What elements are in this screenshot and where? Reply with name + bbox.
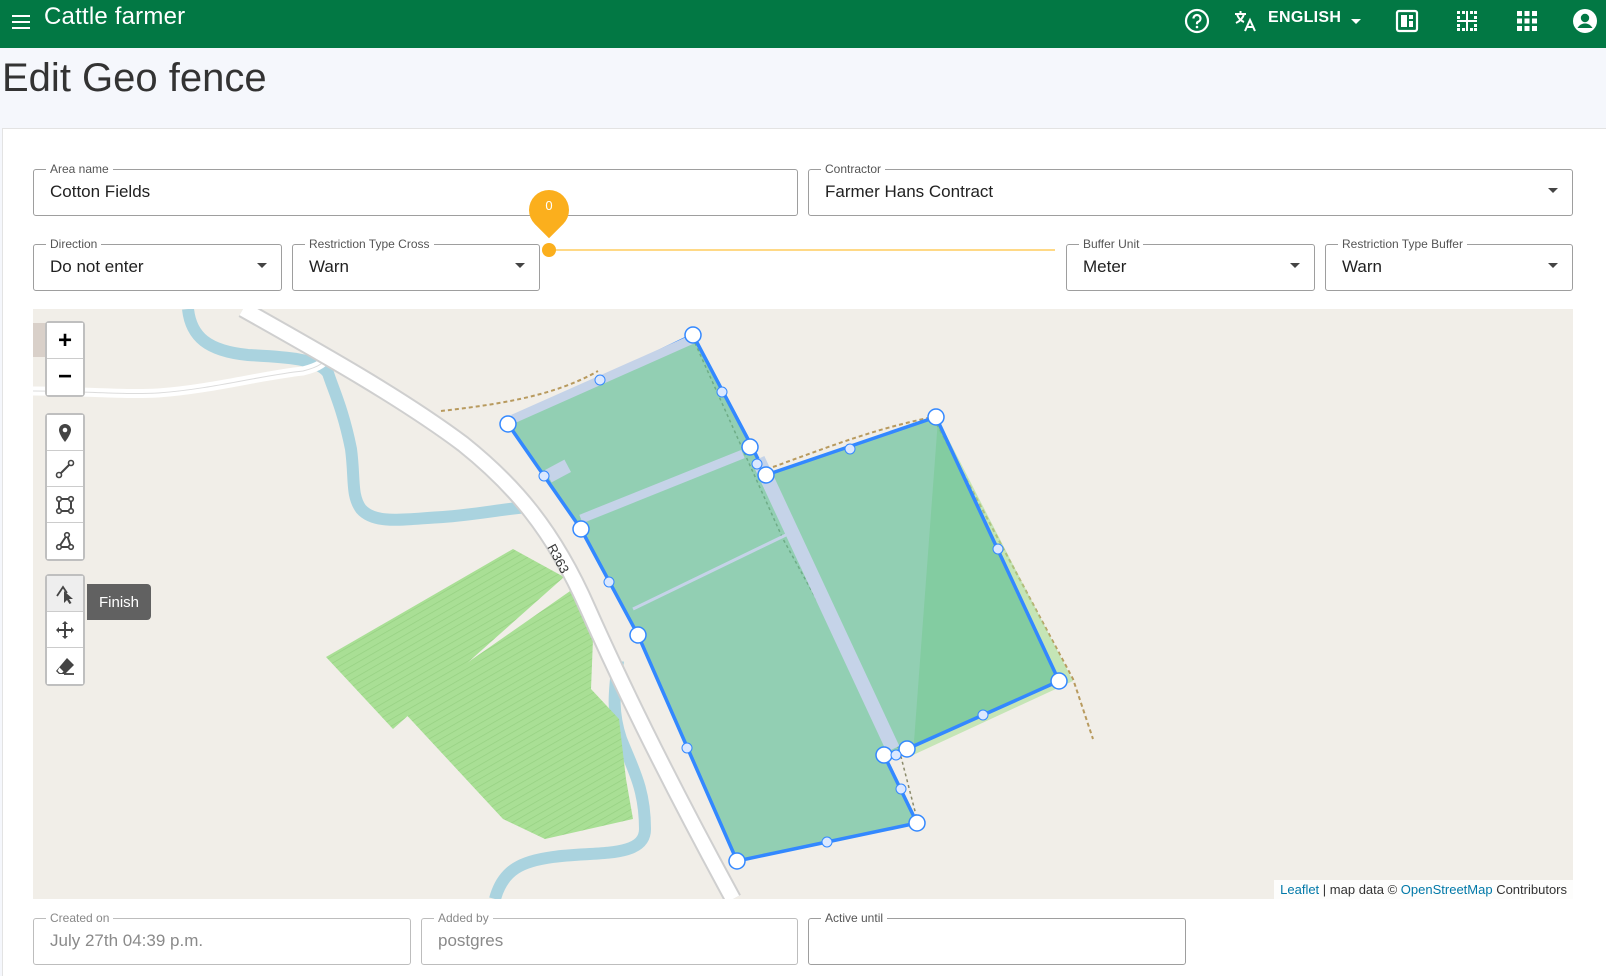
zoom-control: + −: [45, 321, 85, 397]
app-title: Cattle farmer: [44, 3, 186, 30]
geo-fence-map[interactable]: R363 + − Finish Leaflet | map data © Ope…: [33, 309, 1573, 899]
move-icon: [56, 620, 74, 639]
help-icon[interactable]: [1182, 6, 1212, 36]
contractor-label: Contractor: [821, 162, 886, 176]
remove-button[interactable]: [47, 648, 83, 684]
contractor-value: Farmer Hans Contract: [825, 182, 994, 201]
chevron-down-icon: [515, 263, 525, 268]
restriction-cross-value: Warn: [309, 257, 349, 276]
added-by-value: postgres: [438, 931, 504, 950]
chevron-down-icon: [1548, 188, 1558, 193]
page-title: Edit Geo fence: [2, 56, 267, 100]
language-selector[interactable]: ENGLISH: [1268, 9, 1341, 27]
marker-icon: [59, 423, 71, 442]
attribution-text: | map data ©: [1319, 882, 1401, 897]
draw-toolbar: [45, 413, 85, 561]
restriction-cross-label: Restriction Type Cross: [305, 237, 434, 251]
active-until-field[interactable]: Active until: [808, 911, 1186, 965]
edit-cursor-icon: [56, 584, 73, 604]
created-on-field: Created on July 27th 04:39 p.m.: [33, 911, 411, 965]
draw-polygon-button[interactable]: [47, 523, 83, 559]
buffer-unit-label: Buffer Unit: [1079, 237, 1144, 251]
translate-icon[interactable]: [1230, 6, 1260, 36]
restriction-buffer-label: Restriction Type Buffer: [1338, 237, 1467, 251]
leaflet-link[interactable]: Leaflet: [1280, 882, 1319, 897]
eraser-icon: [56, 658, 74, 675]
chevron-down-icon: [257, 263, 267, 268]
drag-button[interactable]: [47, 612, 83, 648]
apps-icon[interactable]: [1512, 6, 1542, 36]
buffer-unit-select[interactable]: Buffer Unit Meter: [1066, 237, 1315, 291]
buffer-slider-value: 0: [545, 198, 553, 213]
dashboard-icon[interactable]: [1392, 6, 1422, 36]
app-bar: Cattle farmer ENGLISH: [0, 0, 1606, 48]
osm-link[interactable]: OpenStreetMap: [1401, 882, 1493, 897]
river-shape: [182, 309, 529, 526]
edit-toolbar: [45, 574, 85, 686]
direction-value: Do not enter: [50, 257, 144, 276]
buffer-slider-thumb[interactable]: [542, 243, 556, 257]
rectangle-icon: [55, 495, 75, 514]
restriction-buffer-select[interactable]: Restriction Type Buffer Warn: [1325, 237, 1573, 291]
draw-polyline-button[interactable]: [47, 451, 83, 487]
restriction-buffer-value: Warn: [1342, 257, 1382, 276]
draw-rectangle-button[interactable]: [47, 487, 83, 523]
area-name-label: Area name: [46, 162, 113, 176]
polyline-icon: [55, 459, 75, 478]
created-on-value: July 27th 04:39 p.m.: [50, 931, 204, 950]
direction-label: Direction: [46, 237, 102, 251]
added-by-field: Added by postgres: [421, 911, 798, 965]
polygon-icon: [55, 531, 75, 551]
added-by-label: Added by: [434, 911, 493, 925]
grid-fence-icon[interactable]: [1452, 6, 1482, 36]
account-icon[interactable]: [1570, 6, 1600, 36]
attribution-suffix: Contributors: [1492, 882, 1567, 897]
buffer-unit-value: Meter: [1083, 257, 1127, 276]
area-name-field[interactable]: Area name Cotton Fields: [33, 162, 798, 216]
direction-select[interactable]: Direction Do not enter: [33, 237, 282, 291]
zoom-out-button[interactable]: −: [47, 359, 83, 395]
map-attribution: Leaflet | map data © OpenStreetMap Contr…: [1274, 880, 1573, 899]
chevron-down-icon: [1548, 263, 1558, 268]
contractor-select[interactable]: Contractor Farmer Hans Contract: [808, 162, 1573, 216]
created-on-label: Created on: [46, 911, 114, 925]
buffer-slider-track[interactable]: [549, 249, 1055, 251]
area-name-value: Cotton Fields: [50, 182, 151, 201]
chevron-down-icon[interactable]: [1341, 6, 1371, 36]
active-until-label: Active until: [821, 911, 888, 925]
restriction-cross-select[interactable]: Restriction Type Cross Warn: [292, 237, 540, 291]
zoom-in-button[interactable]: +: [47, 323, 83, 359]
finish-tooltip[interactable]: Finish: [87, 584, 151, 620]
draw-marker-button[interactable]: [47, 415, 83, 451]
chevron-down-icon: [1290, 263, 1300, 268]
menu-icon[interactable]: [8, 8, 36, 36]
edit-vertex-button[interactable]: [47, 576, 83, 612]
